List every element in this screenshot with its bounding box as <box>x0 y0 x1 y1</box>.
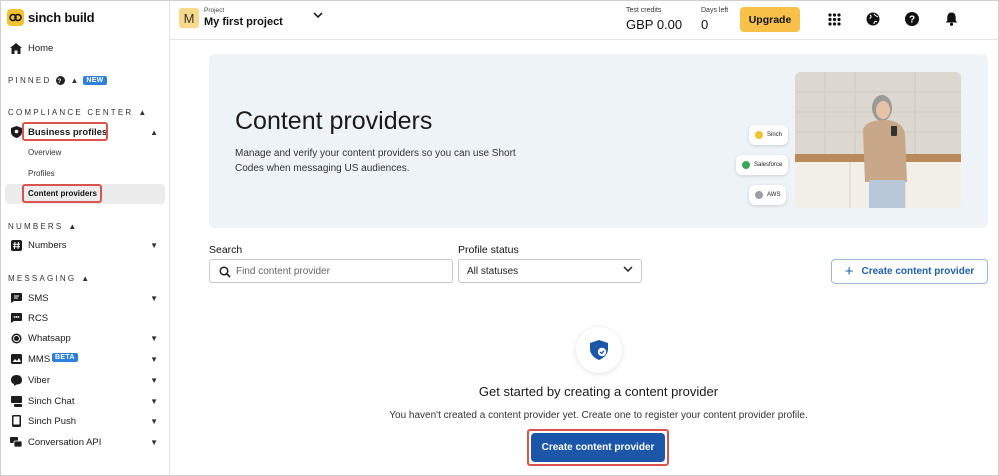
window-frame <box>0 0 999 476</box>
